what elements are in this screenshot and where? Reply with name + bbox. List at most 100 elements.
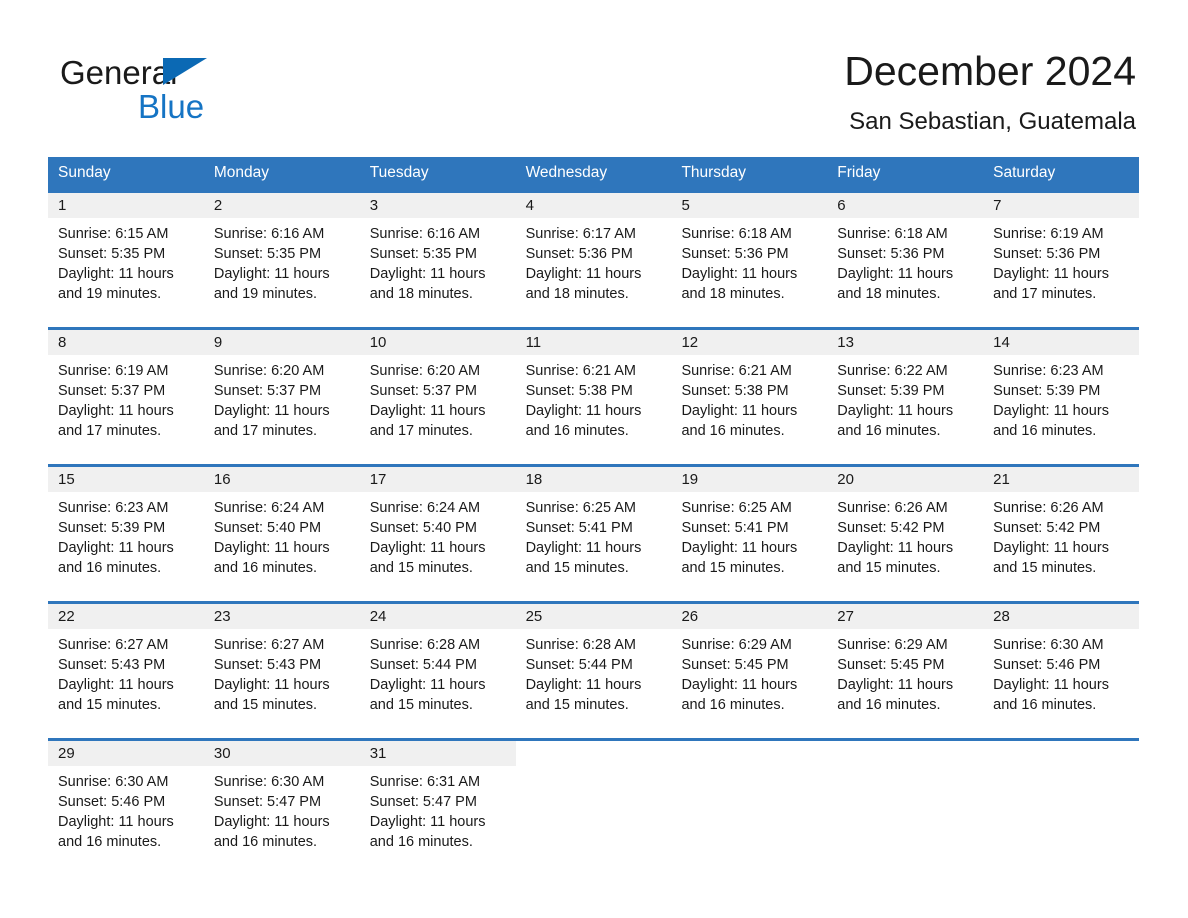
day-cell[interactable]: 21 Sunrise: 6:26 AM Sunset: 5:42 PM Dayl… [983,467,1140,601]
weekday-header-friday: Friday [837,164,881,181]
weekday-header-monday: Monday [213,164,270,181]
day-number: 22 [48,604,204,629]
day-cell[interactable]: 30 Sunrise: 6:30 AM Sunset: 5:47 PM Dayl… [203,741,360,861]
daylight-text: Daylight: 11 hours and 16 minutes. [213,540,330,576]
day-number: 6 [827,193,984,218]
day-number: 21 [983,467,1140,492]
sunrise-text: Sunrise: 6:28 AM [525,637,636,653]
sunset-text: Sunset: 5:45 PM [837,657,945,673]
weekday-header-tuesday: Tuesday [369,164,429,181]
day-info: Sunrise: 6:29 AM Sunset: 5:45 PM Dayligh… [827,629,983,715]
daylight-text: Daylight: 11 hours and 16 minutes. [837,403,954,439]
sunset-text: Sunset: 5:35 PM [213,246,322,262]
location-subtitle: San Sebastian, Guatemala [849,108,1136,135]
day-cell[interactable]: 4 Sunrise: 6:17 AM Sunset: 5:36 PM Dayli… [515,193,672,327]
daylight-text: Daylight: 11 hours and 16 minutes. [58,540,174,576]
day-cell-empty [516,741,672,861]
daylight-text: Daylight: 11 hours and 18 minutes. [525,266,642,302]
sunset-text: Sunset: 5:39 PM [837,383,945,399]
calendar-page: General Blue December 2024 San Sebastian… [0,0,1188,918]
sunset-text: Sunset: 5:47 PM [369,794,477,810]
sunrise-text: Sunrise: 6:22 AM [837,363,948,379]
day-number: 28 [983,604,1140,629]
weekday-header-thursday: Thursday [681,164,747,181]
calendar-week-row: 15 Sunrise: 6:23 AM Sunset: 5:39 PM Dayl… [48,464,1140,601]
day-info: Sunrise: 6:23 AM Sunset: 5:39 PM Dayligh… [983,355,1139,441]
sunrise-text: Sunrise: 6:19 AM [993,226,1104,242]
day-number: 19 [671,467,828,492]
day-info: Sunrise: 6:24 AM Sunset: 5:40 PM Dayligh… [204,492,360,578]
day-info: Sunrise: 6:22 AM Sunset: 5:39 PM Dayligh… [827,355,983,441]
sunrise-text: Sunrise: 6:31 AM [369,774,481,790]
day-number [827,741,983,766]
sunrise-text: Sunrise: 6:30 AM [993,637,1104,653]
day-cell[interactable]: 25 Sunrise: 6:28 AM Sunset: 5:44 PM Dayl… [515,604,672,738]
day-number: 25 [515,604,672,629]
day-cell[interactable]: 5 Sunrise: 6:18 AM Sunset: 5:36 PM Dayli… [671,193,828,327]
day-cell[interactable]: 6 Sunrise: 6:18 AM Sunset: 5:36 PM Dayli… [827,193,984,327]
day-cell[interactable]: 23 Sunrise: 6:27 AM Sunset: 5:43 PM Dayl… [203,604,360,738]
daylight-text: Daylight: 11 hours and 19 minutes. [58,266,174,302]
day-cell[interactable]: 12 Sunrise: 6:21 AM Sunset: 5:38 PM Dayl… [671,330,828,464]
daylight-text: Daylight: 11 hours and 15 minutes. [525,677,642,713]
daylight-text: Daylight: 11 hours and 15 minutes. [213,677,330,713]
day-number [671,741,827,766]
sunset-text: Sunset: 5:41 PM [681,520,789,536]
day-info: Sunrise: 6:25 AM Sunset: 5:41 PM Dayligh… [671,492,827,578]
daylight-text: Daylight: 11 hours and 16 minutes. [525,403,642,439]
day-cell[interactable]: 20 Sunrise: 6:26 AM Sunset: 5:42 PM Dayl… [827,467,984,601]
sunrise-text: Sunrise: 6:20 AM [213,363,325,379]
day-number: 31 [359,741,516,766]
day-cell[interactable]: 9 Sunrise: 6:20 AM Sunset: 5:37 PM Dayli… [203,330,360,464]
day-cell[interactable]: 24 Sunrise: 6:28 AM Sunset: 5:44 PM Dayl… [359,604,516,738]
day-cell[interactable]: 1 Sunrise: 6:15 AM Sunset: 5:35 PM Dayli… [48,193,204,327]
day-info: Sunrise: 6:16 AM Sunset: 5:35 PM Dayligh… [204,218,360,304]
day-cell[interactable]: 26 Sunrise: 6:29 AM Sunset: 5:45 PM Dayl… [671,604,828,738]
sunset-text: Sunset: 5:38 PM [525,383,633,399]
day-info: Sunrise: 6:16 AM Sunset: 5:35 PM Dayligh… [360,218,516,304]
day-cell[interactable]: 16 Sunrise: 6:24 AM Sunset: 5:40 PM Dayl… [203,467,360,601]
calendar-table: Sunday Monday Tuesday Wednesday Thursday… [48,157,1140,861]
day-cell[interactable]: 17 Sunrise: 6:24 AM Sunset: 5:40 PM Dayl… [359,467,516,601]
day-cell[interactable]: 11 Sunrise: 6:21 AM Sunset: 5:38 PM Dayl… [515,330,672,464]
day-cell[interactable]: 22 Sunrise: 6:27 AM Sunset: 5:43 PM Dayl… [48,604,204,738]
title-block: December 2024 San Sebastian, Guatemala [844,44,1136,137]
sunset-text: Sunset: 5:44 PM [525,657,633,673]
sunset-text: Sunset: 5:45 PM [681,657,789,673]
sunset-text: Sunset: 5:37 PM [213,383,322,399]
day-cell[interactable]: 3 Sunrise: 6:16 AM Sunset: 5:35 PM Dayli… [359,193,516,327]
day-info: Sunrise: 6:20 AM Sunset: 5:37 PM Dayligh… [360,355,516,441]
sunrise-text: Sunrise: 6:30 AM [58,774,169,790]
day-cell[interactable]: 2 Sunrise: 6:16 AM Sunset: 5:35 PM Dayli… [203,193,360,327]
day-cell[interactable]: 28 Sunrise: 6:30 AM Sunset: 5:46 PM Dayl… [983,604,1140,738]
day-cell[interactable]: 10 Sunrise: 6:20 AM Sunset: 5:37 PM Dayl… [359,330,516,464]
day-cell[interactable]: 27 Sunrise: 6:29 AM Sunset: 5:45 PM Dayl… [827,604,984,738]
day-number: 12 [671,330,828,355]
day-cell[interactable]: 7 Sunrise: 6:19 AM Sunset: 5:36 PM Dayli… [983,193,1140,327]
sunrise-text: Sunrise: 6:18 AM [837,226,948,242]
sunset-text: Sunset: 5:40 PM [213,520,322,536]
day-number: 13 [827,330,984,355]
day-cell[interactable]: 13 Sunrise: 6:22 AM Sunset: 5:39 PM Dayl… [827,330,984,464]
day-number: 11 [515,330,672,355]
brand-logo: General Blue [60,54,290,138]
sunset-text: Sunset: 5:47 PM [213,794,322,810]
day-cell[interactable]: 31 Sunrise: 6:31 AM Sunset: 5:47 PM Dayl… [359,741,516,861]
sunset-text: Sunset: 5:44 PM [369,657,477,673]
day-cell[interactable]: 29 Sunrise: 6:30 AM Sunset: 5:46 PM Dayl… [48,741,204,861]
sunrise-text: Sunrise: 6:16 AM [213,226,325,242]
day-info: Sunrise: 6:30 AM Sunset: 5:46 PM Dayligh… [48,766,204,852]
day-number: 10 [359,330,516,355]
daylight-text: Daylight: 11 hours and 15 minutes. [993,540,1109,576]
day-cell[interactable]: 18 Sunrise: 6:25 AM Sunset: 5:41 PM Dayl… [515,467,672,601]
daylight-text: Daylight: 11 hours and 15 minutes. [369,540,486,576]
day-cell[interactable]: 14 Sunrise: 6:23 AM Sunset: 5:39 PM Dayl… [983,330,1140,464]
day-cell[interactable]: 15 Sunrise: 6:23 AM Sunset: 5:39 PM Dayl… [48,467,204,601]
sunrise-text: Sunrise: 6:21 AM [525,363,636,379]
daylight-text: Daylight: 11 hours and 16 minutes. [837,677,954,713]
day-cell[interactable]: 19 Sunrise: 6:25 AM Sunset: 5:41 PM Dayl… [671,467,828,601]
day-info: Sunrise: 6:21 AM Sunset: 5:38 PM Dayligh… [671,355,827,441]
day-number: 17 [359,467,516,492]
day-info: Sunrise: 6:26 AM Sunset: 5:42 PM Dayligh… [827,492,983,578]
day-cell[interactable]: 8 Sunrise: 6:19 AM Sunset: 5:37 PM Dayli… [48,330,204,464]
